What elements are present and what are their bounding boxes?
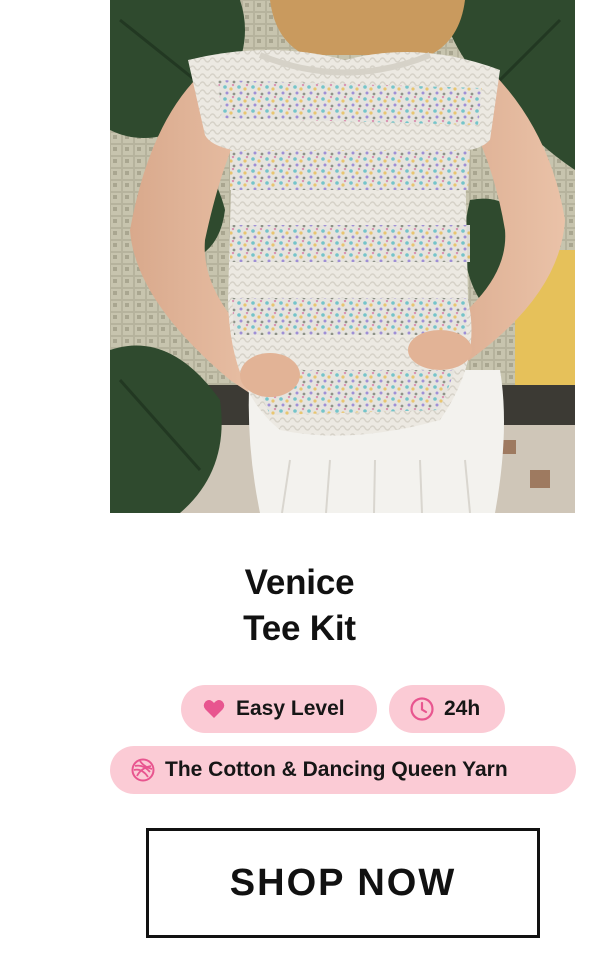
product-image[interactable]	[110, 0, 575, 513]
shop-now-button[interactable]: SHOP NOW	[146, 828, 540, 938]
product-title: Venice Tee Kit	[0, 560, 599, 652]
product-title-line2: Tee Kit	[243, 609, 356, 648]
product-title-line1: Venice	[244, 563, 355, 602]
time-badge: 24h	[389, 685, 505, 733]
yarn-badge-label: The Cotton & Dancing Queen Yarn	[165, 758, 508, 781]
heart-icon	[201, 696, 227, 722]
time-badge-label: 24h	[444, 697, 481, 720]
clock-icon	[409, 696, 435, 722]
yarn-badge: The Cotton & Dancing Queen Yarn	[110, 746, 576, 794]
level-badge: Easy Level	[181, 685, 377, 733]
level-badge-label: Easy Level	[236, 697, 345, 720]
yarn-ball-icon	[130, 757, 156, 783]
